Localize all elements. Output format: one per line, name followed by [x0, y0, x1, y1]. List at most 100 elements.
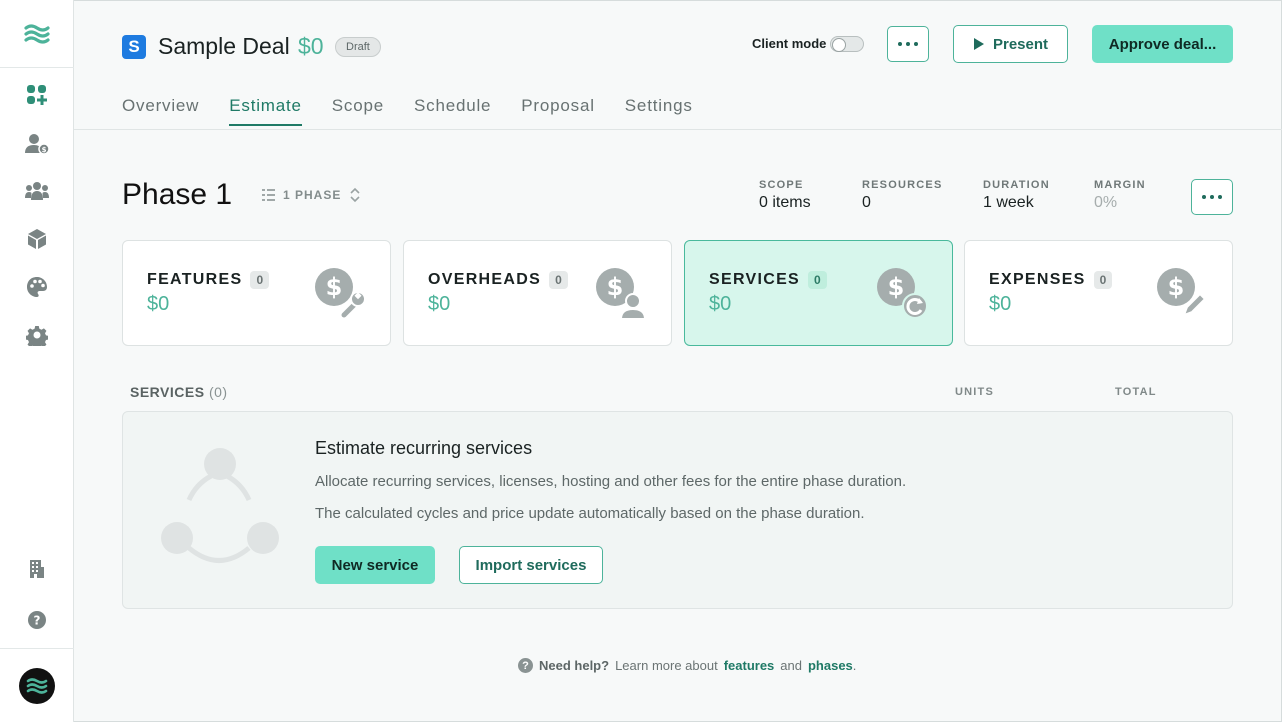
new-service-button[interactable]: New service — [315, 546, 435, 584]
deal-title[interactable]: Sample Deal — [158, 33, 290, 60]
empty-state-note: The calculated cycles and price update a… — [315, 505, 865, 522]
sidebar-item-help[interactable]: ? — [22, 605, 52, 635]
count-badge: 0 — [1093, 271, 1113, 289]
sidebar-item-branding[interactable] — [22, 272, 52, 302]
svg-text:?: ? — [34, 614, 41, 628]
column-total: TOTAL — [1115, 386, 1157, 398]
services-section-label: SERVICES (0) — [130, 384, 228, 400]
approve-deal-button[interactable]: Approve deal... — [1092, 25, 1233, 63]
svg-text:$: $ — [326, 273, 343, 301]
help-and: and — [780, 658, 802, 673]
tab-settings[interactable]: Settings — [625, 96, 693, 126]
features-link[interactable]: features — [724, 658, 775, 673]
card-label: OVERHEADS 0 — [428, 271, 568, 289]
svg-text:$: $ — [888, 273, 905, 301]
play-icon — [973, 38, 984, 50]
wave-logo-icon — [26, 677, 48, 694]
deal-amount: $0 — [298, 33, 324, 59]
card-overheads[interactable]: OVERHEADS 0 $0 $ — [403, 240, 672, 346]
phase-options-button[interactable] — [1191, 179, 1233, 215]
count-badge: 0 — [549, 271, 568, 289]
stat-label: MARGIN — [1094, 179, 1146, 191]
card-label: FEATURES 0 — [147, 271, 270, 289]
import-services-button[interactable]: Import services — [459, 546, 603, 584]
stat-scope: SCOPE 0 items — [759, 179, 811, 212]
card-amount: $0 — [989, 293, 1012, 315]
card-amount: $0 — [709, 293, 732, 315]
card-services[interactable]: SERVICES 0 $0 $ — [684, 240, 953, 346]
card-expenses[interactable]: EXPENSES 0 $0 $ — [964, 240, 1233, 346]
phase-title: Phase 1 — [122, 178, 233, 211]
status-badge: Draft — [335, 37, 381, 57]
deal-header: S Sample Deal $0 Draft Client mode Prese… — [74, 0, 1282, 130]
card-title: OVERHEADS — [428, 271, 542, 288]
stat-value: 0 — [862, 194, 871, 211]
card-title: SERVICES — [709, 271, 801, 288]
card-amount: $0 — [428, 293, 451, 315]
dashboard-add-icon — [27, 85, 47, 105]
dollar-wrench-icon: $ — [315, 268, 366, 319]
dot — [1202, 195, 1206, 199]
present-button[interactable]: Present — [953, 25, 1068, 63]
card-label: EXPENSES 0 — [989, 271, 1113, 289]
stat-duration: DURATION 1 week — [983, 179, 1050, 212]
stat-margin: MARGIN 0% — [1094, 179, 1146, 212]
count-badge: 0 — [808, 271, 827, 289]
deal-tabs: Overview Estimate Scope Schedule Proposa… — [122, 96, 693, 126]
wave-logo-icon — [24, 23, 50, 44]
column-units: UNITS — [955, 386, 994, 398]
phases-link[interactable]: phases — [808, 658, 853, 673]
palette-icon — [27, 277, 47, 297]
gear-icon — [26, 325, 48, 346]
section-count: (0) — [208, 384, 228, 400]
building-icon — [30, 560, 44, 578]
sidebar-item-clients[interactable]: $ — [22, 129, 52, 159]
sidebar-item-settings[interactable] — [22, 320, 52, 350]
sidebar-item-team[interactable] — [22, 176, 52, 206]
app-logo[interactable] — [0, 0, 74, 68]
sidebar-item-company[interactable] — [22, 554, 52, 584]
help-icon: ? — [518, 658, 533, 673]
svg-text:$: $ — [1168, 273, 1185, 301]
tab-overview[interactable]: Overview — [122, 96, 199, 126]
help-lead: Need help? — [539, 658, 610, 673]
share-nodes-illustration — [161, 448, 279, 563]
stat-value: 0 items — [759, 194, 811, 211]
phase-selector-label: 1 PHASE — [283, 188, 342, 202]
dollar-refresh-icon: $ — [877, 268, 928, 319]
sidebar: $ ? — [0, 0, 74, 722]
section-title: SERVICES — [130, 384, 205, 400]
stat-value: 0% — [1094, 194, 1118, 211]
stat-resources: RESOURCES 0 — [862, 179, 942, 212]
tab-scope[interactable]: Scope — [332, 96, 384, 126]
workspace-avatar[interactable] — [0, 648, 74, 722]
card-label: SERVICES 0 — [709, 271, 827, 289]
dot — [898, 42, 902, 46]
stat-label: SCOPE — [759, 179, 804, 191]
more-options-button[interactable] — [887, 26, 929, 62]
card-features[interactable]: FEATURES 0 $0 $ — [122, 240, 391, 346]
tab-schedule[interactable]: Schedule — [414, 96, 491, 126]
stat-value: 1 week — [983, 194, 1034, 211]
cube-icon — [28, 229, 46, 249]
svg-text:$: $ — [607, 273, 624, 301]
stat-label: RESOURCES — [862, 179, 943, 191]
dot — [914, 42, 918, 46]
user-dollar-icon: $ — [25, 134, 50, 155]
workspace-logo — [19, 667, 55, 704]
sidebar-item-products[interactable] — [22, 224, 52, 254]
help-footer: ? Need help? Learn more about features a… — [518, 658, 856, 673]
client-mode-toggle[interactable] — [830, 36, 864, 52]
deal-badge: S — [122, 35, 146, 59]
chevron-up-down-icon — [350, 187, 360, 203]
dollar-user-icon: $ — [596, 268, 647, 319]
dollar-pencil-icon: $ — [1157, 268, 1207, 317]
sidebar-item-deals[interactable] — [22, 80, 52, 110]
present-label: Present — [992, 35, 1049, 53]
phase-selector[interactable]: 1 PHASE — [262, 187, 361, 203]
dot — [1210, 195, 1214, 199]
empty-state-title: Estimate recurring services — [315, 438, 533, 458]
tab-proposal[interactable]: Proposal — [521, 96, 595, 126]
services-empty-state: Estimate recurring services Allocate rec… — [122, 411, 1233, 609]
tab-estimate[interactable]: Estimate — [229, 96, 302, 126]
